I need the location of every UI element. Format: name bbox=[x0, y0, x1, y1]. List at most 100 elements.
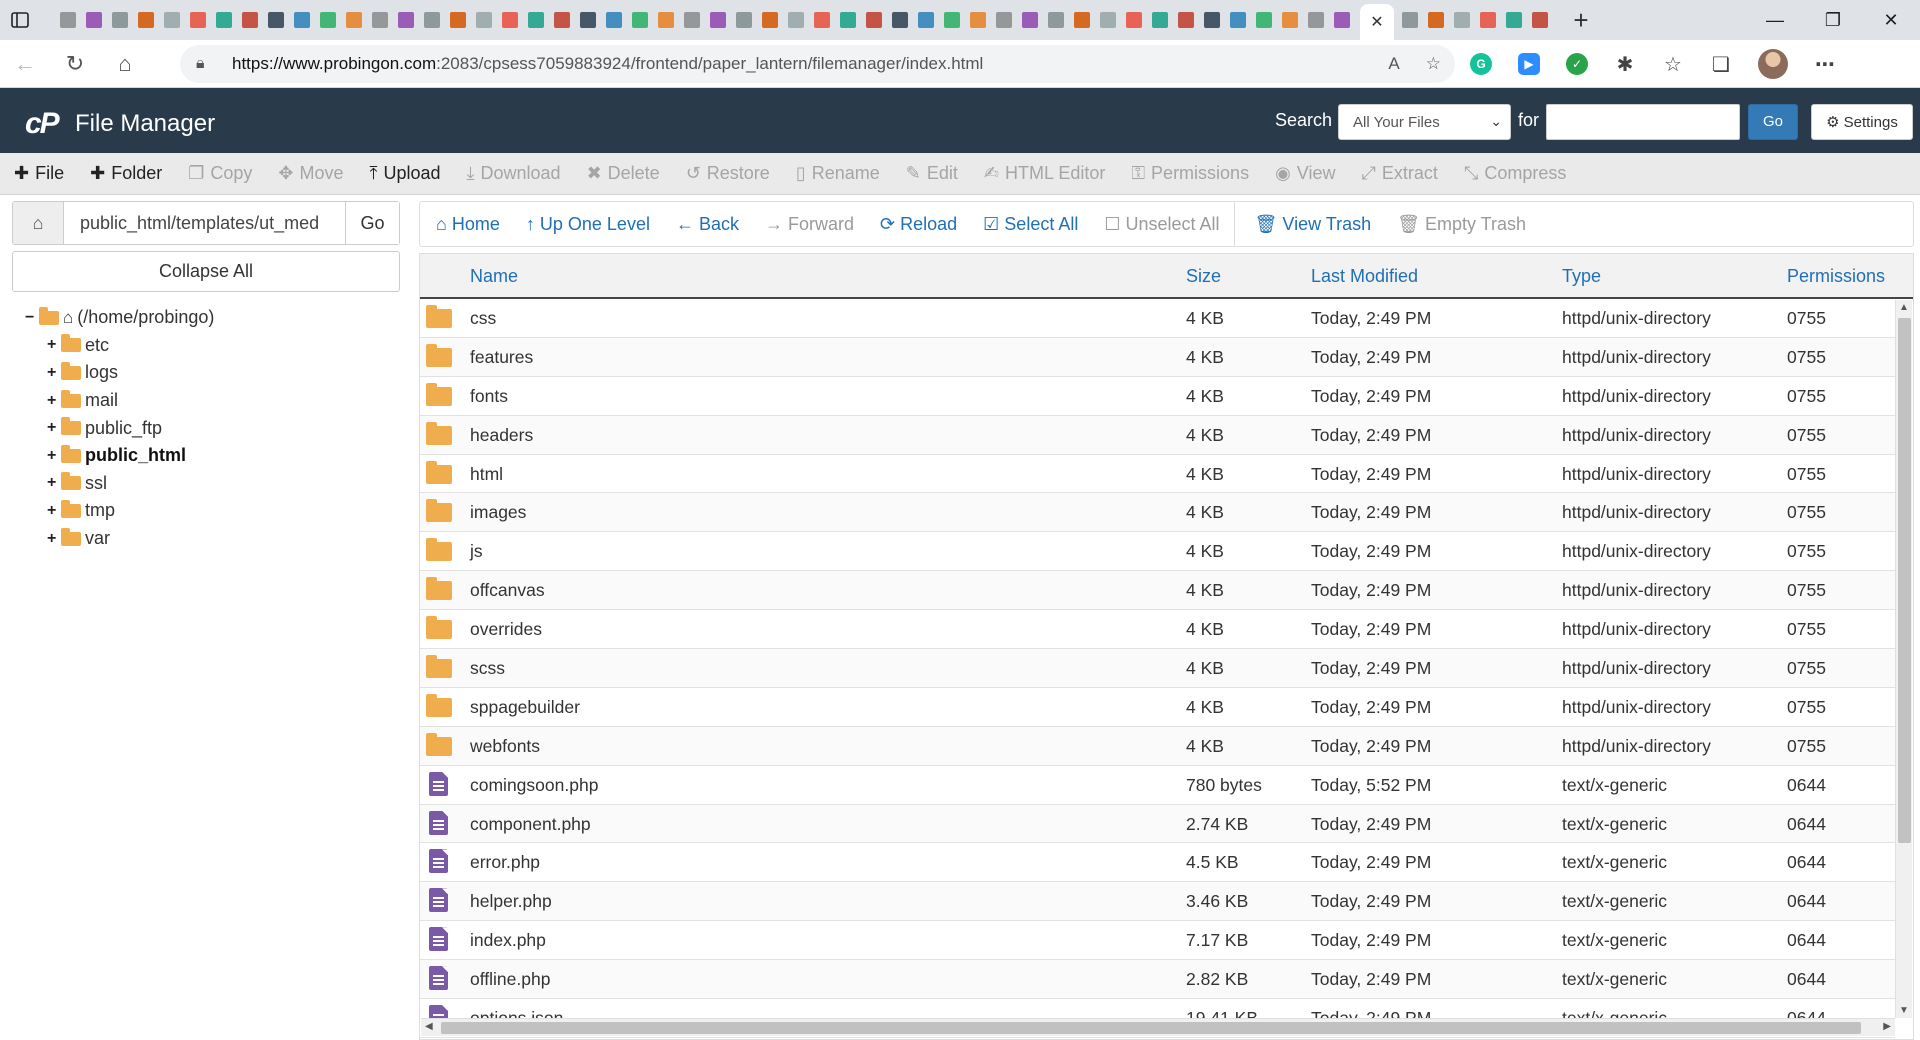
table-row[interactable]: images 4 KB Today, 2:49 PM httpd/unix-direc… bbox=[420, 493, 1895, 533]
pinned-tab-favicon[interactable] bbox=[216, 12, 232, 28]
restore-button[interactable]: ↺ Restore bbox=[686, 163, 770, 184]
table-row[interactable]: overrides 4 KB Today, 2:49 PM httpd/unix-di… bbox=[420, 610, 1895, 650]
new-tab-button[interactable]: + bbox=[1566, 0, 1596, 40]
new-folder-button[interactable]: ✚ Folder bbox=[90, 163, 162, 184]
horizontal-scrollbar[interactable]: ◀ ▶ bbox=[421, 1018, 1895, 1036]
file-name[interactable]: index.php bbox=[470, 930, 546, 951]
pinned-tab-favicon[interactable] bbox=[710, 12, 726, 28]
pinned-tab-favicon[interactable] bbox=[814, 12, 830, 28]
file-name[interactable]: fonts bbox=[470, 386, 508, 407]
expand-plus-icon[interactable]: + bbox=[47, 336, 61, 354]
pinned-tab-favicon[interactable] bbox=[60, 12, 76, 28]
pinned-tab-favicon[interactable] bbox=[736, 12, 752, 28]
pinned-tab-favicon[interactable] bbox=[1308, 12, 1324, 28]
empty-trash-button[interactable]: 🗑︎ Empty Trash bbox=[1397, 214, 1526, 235]
settings-button[interactable]: ⚙ Settings bbox=[1811, 104, 1913, 140]
url-field[interactable]: 🔒︎ https://www.probingon.com:2083/cpsess… bbox=[180, 45, 1455, 83]
file-name[interactable]: headers bbox=[470, 425, 533, 446]
horizontal-scroll-thumb[interactable] bbox=[441, 1022, 1861, 1034]
tree-item-tmp[interactable]: + tmp bbox=[25, 497, 214, 525]
pinned-tab-favicon[interactable] bbox=[346, 12, 362, 28]
pinned-tab-favicon[interactable] bbox=[294, 12, 310, 28]
rename-button[interactable]: ▯ Rename bbox=[796, 163, 880, 184]
close-window-button[interactable]: ✕ bbox=[1862, 0, 1920, 40]
upload-button[interactable]: ⤒ Upload bbox=[370, 163, 441, 184]
search-go-button[interactable]: Go bbox=[1748, 104, 1798, 140]
tree-item-etc[interactable]: + etc bbox=[25, 332, 214, 360]
table-row[interactable]: scss 4 KB Today, 2:49 PM httpd/unix-directo… bbox=[420, 649, 1895, 688]
expand-plus-icon[interactable]: + bbox=[47, 419, 61, 437]
pinned-tab-favicon[interactable] bbox=[1454, 12, 1470, 28]
pinned-tab-favicon[interactable] bbox=[1022, 12, 1038, 28]
column-header-name[interactable]: Name bbox=[470, 266, 518, 287]
table-row[interactable]: sppagebuilder 4 KB Today, 2:49 PM httpd/uni… bbox=[420, 688, 1895, 727]
column-header-type[interactable]: Type bbox=[1562, 266, 1601, 287]
zoom-extension-icon[interactable]: ▶ bbox=[1518, 53, 1540, 75]
file-name[interactable]: js bbox=[470, 541, 483, 562]
pinned-tab-favicon[interactable] bbox=[372, 12, 388, 28]
vertical-scroll-thumb[interactable] bbox=[1898, 318, 1911, 843]
pinned-tab-favicon[interactable] bbox=[320, 12, 336, 28]
forward-button[interactable]: → Forward bbox=[765, 214, 854, 235]
file-name[interactable]: scss bbox=[470, 658, 505, 679]
pinned-tab-favicon[interactable] bbox=[1126, 12, 1142, 28]
tree-item-ssl[interactable]: + ssl bbox=[25, 470, 214, 498]
home-nav-button[interactable]: ⌂ Home bbox=[436, 214, 500, 235]
vertical-scrollbar[interactable]: ▲ ▼ bbox=[1895, 300, 1912, 1018]
active-tab-close-button[interactable]: ✕ bbox=[1360, 4, 1394, 40]
check-extension-icon[interactable]: ✓ bbox=[1566, 53, 1588, 75]
file-name[interactable]: error.php bbox=[470, 852, 540, 873]
path-home-button[interactable]: ⌂ bbox=[13, 202, 64, 244]
collections-icon[interactable]: ❏ bbox=[1710, 53, 1732, 76]
pinned-tab-favicon[interactable] bbox=[398, 12, 414, 28]
table-row[interactable]: fonts 4 KB Today, 2:49 PM httpd/unix-direct… bbox=[420, 377, 1895, 416]
delete-button[interactable]: ✖ Delete bbox=[587, 163, 660, 184]
reload-button[interactable]: ⟳ Reload bbox=[880, 214, 957, 235]
pinned-tab-favicon[interactable] bbox=[1428, 12, 1444, 28]
pinned-tab-favicon[interactable] bbox=[788, 12, 804, 28]
pinned-tab-favicon[interactable] bbox=[268, 12, 284, 28]
minimize-button[interactable]: — bbox=[1746, 0, 1804, 40]
pinned-tab-favicon[interactable] bbox=[944, 12, 960, 28]
search-scope-select[interactable]: All Your Files ⌄ bbox=[1338, 104, 1511, 140]
pinned-tab-favicon[interactable] bbox=[554, 12, 570, 28]
tab-actions-button[interactable] bbox=[0, 0, 40, 40]
pinned-tab-favicon[interactable] bbox=[1256, 12, 1272, 28]
tree-item-logs[interactable]: + logs bbox=[25, 359, 214, 387]
expand-plus-icon[interactable]: + bbox=[47, 447, 61, 465]
table-row[interactable]: features 4 KB Today, 2:49 PM httpd/unix-dir… bbox=[420, 337, 1895, 377]
pinned-tab-favicon[interactable] bbox=[892, 12, 908, 28]
table-row[interactable]: error.php 4.5 KB Today, 2:49 PM text/x-gene… bbox=[420, 843, 1895, 883]
pinned-tab-favicon[interactable] bbox=[502, 12, 518, 28]
up-one-level-button[interactable]: ↑ Up One Level bbox=[526, 214, 650, 235]
column-header-size[interactable]: Size bbox=[1186, 266, 1221, 287]
pinned-tab-favicon[interactable] bbox=[476, 12, 492, 28]
maximize-button[interactable]: ❐ bbox=[1804, 0, 1862, 40]
pinned-tab-favicon[interactable] bbox=[1230, 12, 1246, 28]
table-row[interactable]: html 4 KB Today, 2:49 PM httpd/unix-directo… bbox=[420, 455, 1895, 494]
file-name[interactable]: html bbox=[470, 464, 503, 485]
edit-button[interactable]: ✎ Edit bbox=[906, 163, 958, 184]
read-aloud-icon[interactable]: A︎ bbox=[1388, 54, 1399, 74]
scroll-right-arrow-icon[interactable]: ▶ bbox=[1883, 1021, 1891, 1032]
path-input[interactable]: public_html/templates/ut_med bbox=[64, 202, 345, 244]
expand-plus-icon[interactable]: + bbox=[47, 392, 61, 410]
permissions-button[interactable]: ⚿ Permissions bbox=[1131, 163, 1249, 184]
move-button[interactable]: ✥ Move bbox=[278, 163, 343, 184]
pinned-tab-favicon[interactable] bbox=[658, 12, 674, 28]
pinned-tab-favicon[interactable] bbox=[1334, 12, 1350, 28]
pinned-tab-favicon[interactable] bbox=[242, 12, 258, 28]
more-menu-icon[interactable]: ⋯ bbox=[1814, 53, 1836, 76]
html-editor-button[interactable]: ✍ HTML Editor bbox=[984, 163, 1105, 184]
browser-home-button[interactable]: ⌂ bbox=[100, 40, 150, 88]
file-name[interactable]: comingsoon.php bbox=[470, 775, 598, 796]
pinned-tab-favicon[interactable] bbox=[918, 12, 934, 28]
column-header-permissions[interactable]: Permissions bbox=[1787, 266, 1885, 287]
back-button[interactable]: ← Back bbox=[676, 214, 739, 235]
pinned-tab-favicon[interactable] bbox=[1506, 12, 1522, 28]
download-button[interactable]: ⤓ Download bbox=[467, 163, 561, 184]
pinned-tab-favicon[interactable] bbox=[1480, 12, 1496, 28]
tree-item-public-ftp[interactable]: + public_ftp bbox=[25, 414, 214, 442]
unselect-all-button[interactable]: ☐ Unselect All bbox=[1104, 214, 1219, 235]
browser-back-button[interactable]: ← bbox=[0, 40, 50, 88]
